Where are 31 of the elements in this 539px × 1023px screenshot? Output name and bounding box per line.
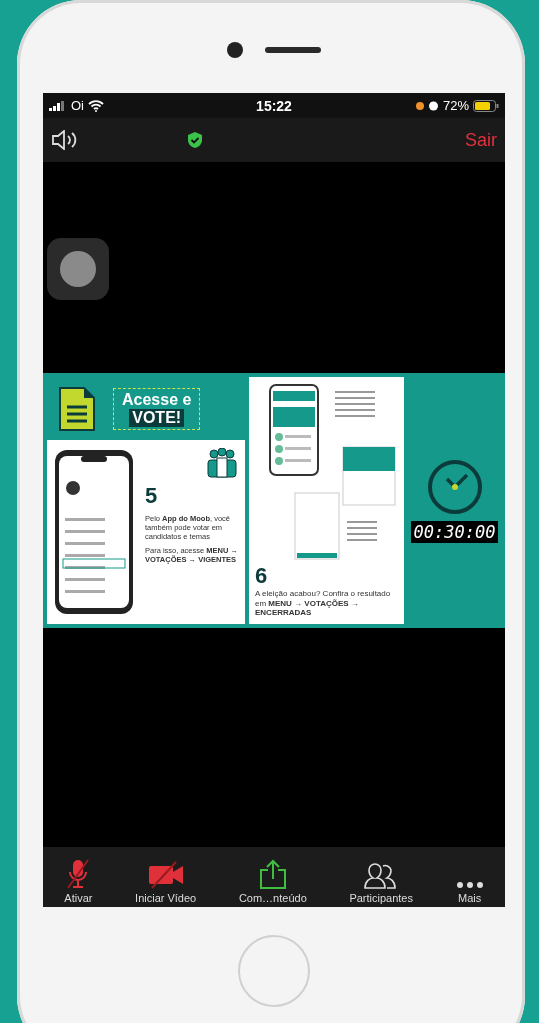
assistive-touch-button[interactable] (47, 238, 109, 300)
wifi-icon (88, 99, 104, 112)
battery-icon (473, 99, 499, 112)
toolbar-button[interactable]: Iniciar Vídeo (135, 861, 197, 904)
shield-check-icon (187, 131, 203, 149)
people-group-icon (205, 448, 239, 478)
step-number: 6 (255, 563, 269, 590)
signal-icon (49, 100, 67, 111)
carrier-name: Oi (71, 98, 84, 113)
share-icon (258, 859, 287, 889)
recording-dot-icon (415, 101, 424, 110)
step-description: A eleição acabou? Confira o resultado em MENU → VOTAÇÕES → ENCERRADAS (255, 589, 392, 618)
toolbar-button[interactable]: Ativar (64, 859, 93, 904)
speaker-icon[interactable] (51, 130, 79, 150)
camera-icon (227, 41, 243, 58)
toolbar-button[interactable]: Com…nteúdo (238, 859, 307, 904)
document-icon (59, 386, 95, 431)
toolbar-button[interactable]: Participantes (349, 861, 413, 904)
speaker-grille (265, 46, 321, 53)
toolbar-button[interactable]: Mais (455, 881, 484, 904)
slide-title-highlight: VOTE! (129, 408, 185, 427)
step-number: 5 (145, 482, 159, 510)
battery-percent: 72% (442, 98, 469, 113)
leave-button[interactable]: Sair (465, 129, 497, 151)
clock-time: 15:22 (256, 97, 292, 114)
muted-microphone-icon (65, 859, 92, 889)
countdown-timer: 00:30:00 (410, 520, 499, 543)
video-off-icon (147, 861, 184, 889)
slide-title: Acesse e (122, 390, 192, 409)
clock-icon (426, 458, 483, 515)
more-icon (455, 881, 484, 889)
